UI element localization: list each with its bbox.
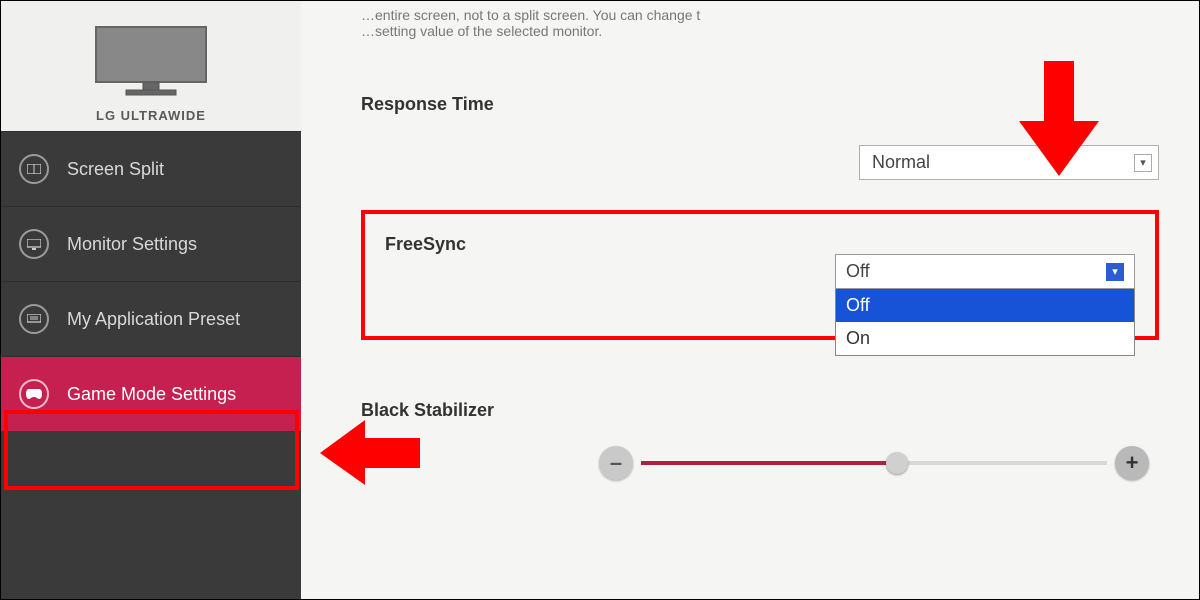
sidebar-item-game-mode[interactable]: Game Mode Settings — [1, 356, 301, 431]
app-preset-icon — [19, 304, 49, 334]
freesync-option-off[interactable]: Off — [836, 289, 1134, 322]
main-panel: …entire screen, not to a split screen. Y… — [301, 1, 1199, 599]
freesync-highlight-box: FreeSync Off ▾ Off On — [361, 210, 1159, 340]
freesync-value: Off — [846, 261, 870, 282]
freesync-option-list: Off On — [835, 289, 1135, 356]
freesync-option-on[interactable]: On — [836, 322, 1134, 355]
monitor-preview: LG ULTRAWIDE — [1, 1, 301, 131]
screen-split-icon — [19, 154, 49, 184]
slider-thumb[interactable] — [886, 452, 908, 474]
chevron-down-icon: ▾ — [1106, 263, 1124, 281]
sidebar-item-label: Screen Split — [67, 159, 164, 180]
annotation-arrow-down-icon — [1014, 61, 1104, 176]
freesync-dropdown[interactable]: Off ▾ Off On — [835, 254, 1135, 356]
slider-fill — [641, 461, 897, 465]
monitor-label: LG ULTRAWIDE — [96, 108, 206, 123]
response-time-value: Normal — [872, 152, 930, 173]
response-time-select[interactable]: Normal ▾ — [859, 145, 1159, 180]
slider-track[interactable] — [641, 461, 1107, 465]
freesync-label: FreeSync — [385, 234, 1135, 255]
annotation-arrow-left-icon — [320, 420, 420, 485]
black-stabilizer-label: Black Stabilizer — [361, 400, 1159, 421]
black-stabilizer-slider[interactable]: – + — [599, 446, 1149, 480]
sidebar-item-label: Monitor Settings — [67, 234, 197, 255]
sidebar: LG ULTRAWIDE Screen Split Monitor Settin… — [1, 1, 301, 599]
increment-button[interactable]: + — [1115, 446, 1149, 480]
sidebar-item-app-preset[interactable]: My Application Preset — [1, 281, 301, 356]
monitor-icon — [91, 22, 211, 102]
game-controller-icon — [19, 379, 49, 409]
monitor-settings-icon — [19, 229, 49, 259]
response-time-label: Response Time — [361, 94, 494, 115]
description-text: …entire screen, not to a split screen. Y… — [361, 7, 1159, 39]
decrement-button[interactable]: – — [599, 446, 633, 480]
sidebar-item-label: Game Mode Settings — [67, 384, 236, 405]
freesync-select-head[interactable]: Off ▾ — [835, 254, 1135, 289]
black-stabilizer-row: Black Stabilizer – + — [361, 400, 1159, 480]
chevron-down-icon: ▾ — [1134, 154, 1152, 172]
sidebar-item-monitor-settings[interactable]: Monitor Settings — [1, 206, 301, 281]
sidebar-item-screen-split[interactable]: Screen Split — [1, 131, 301, 206]
sidebar-item-label: My Application Preset — [67, 309, 240, 330]
